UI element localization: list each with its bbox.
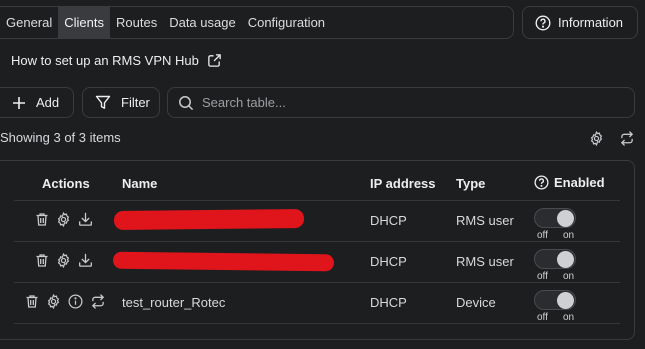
filter-icon — [95, 95, 111, 110]
filter-button[interactable]: Filter — [82, 87, 160, 118]
column-header-ip: IP address — [370, 176, 436, 191]
column-header-actions: Actions — [42, 176, 90, 191]
toggle-knob — [557, 251, 574, 268]
search-icon — [178, 95, 194, 111]
ip-address: DHCP — [370, 295, 407, 310]
filter-label: Filter — [121, 95, 150, 110]
ip-address: DHCP — [370, 254, 407, 269]
gear-icon[interactable] — [56, 212, 71, 227]
column-header-type: Type — [456, 176, 486, 191]
type: Device — [456, 295, 496, 310]
refresh-icon[interactable] — [619, 131, 635, 146]
row-divider — [14, 200, 620, 201]
toggle-off-label: off — [537, 312, 548, 323]
toggle-off-label: off — [537, 230, 548, 241]
type: RMS user — [456, 213, 514, 228]
redacted-name — [113, 209, 305, 230]
download-icon[interactable] — [78, 253, 93, 268]
toggle-on-label: on — [563, 312, 575, 323]
row-divider — [14, 241, 620, 242]
trash-icon[interactable] — [35, 253, 49, 268]
howto-link-label: How to set up an RMS VPN Hub — [11, 52, 199, 68]
redacted-name — [112, 251, 335, 272]
toggle-knob — [557, 292, 574, 309]
enabled-toggle[interactable]: off on — [534, 208, 578, 244]
toggle-on-label: on — [563, 271, 575, 282]
toggle-on-label: on — [563, 230, 575, 241]
enabled-toggle[interactable]: off on — [534, 249, 578, 285]
trash-icon[interactable] — [25, 294, 39, 309]
table-row-actions — [25, 294, 106, 309]
info-icon[interactable] — [68, 294, 83, 309]
information-label: Information — [558, 15, 624, 30]
table-row-actions — [35, 212, 93, 227]
help-circle-icon[interactable] — [534, 175, 549, 190]
toggle-knob — [557, 210, 574, 227]
add-button[interactable]: Add — [0, 87, 74, 118]
howto-link[interactable]: How to set up an RMS VPN Hub — [11, 50, 222, 70]
device-name: test_router_Rotec — [122, 295, 226, 310]
repeat-icon[interactable] — [90, 294, 106, 309]
gear-icon[interactable] — [46, 294, 61, 309]
add-label: Add — [36, 95, 60, 110]
ip-address: DHCP — [370, 213, 407, 228]
tab-routes[interactable]: Routes — [110, 7, 163, 38]
tab-clients[interactable]: Clients — [58, 7, 110, 38]
enabled-toggle[interactable]: off on — [534, 290, 578, 326]
type: RMS user — [456, 254, 514, 269]
search-box — [167, 87, 635, 118]
tab-general[interactable]: General — [0, 7, 58, 38]
settings-gear-icon[interactable] — [589, 131, 604, 146]
toggle-off-label: off — [537, 271, 548, 282]
row-divider — [14, 323, 620, 324]
table-row-actions — [35, 253, 93, 268]
search-input[interactable] — [202, 95, 602, 110]
column-header-name: Name — [122, 176, 158, 191]
download-icon[interactable] — [78, 212, 93, 227]
plus-icon — [12, 96, 26, 110]
enabled-label: Enabled — [554, 175, 605, 190]
external-link-icon — [207, 53, 222, 68]
column-header-enabled: Enabled — [534, 175, 605, 190]
tab-data-usage[interactable]: Data usage — [163, 7, 242, 38]
items-count: Showing 3 of 3 items — [0, 130, 121, 145]
question-circle-icon — [535, 14, 551, 31]
trash-icon[interactable] — [35, 212, 49, 227]
tab-configuration[interactable]: Configuration — [242, 7, 331, 38]
information-button[interactable]: Information — [522, 6, 638, 39]
row-divider — [14, 282, 620, 283]
gear-icon[interactable] — [56, 253, 71, 268]
tab-bar: General Clients Routes Data usage Config… — [0, 6, 514, 39]
